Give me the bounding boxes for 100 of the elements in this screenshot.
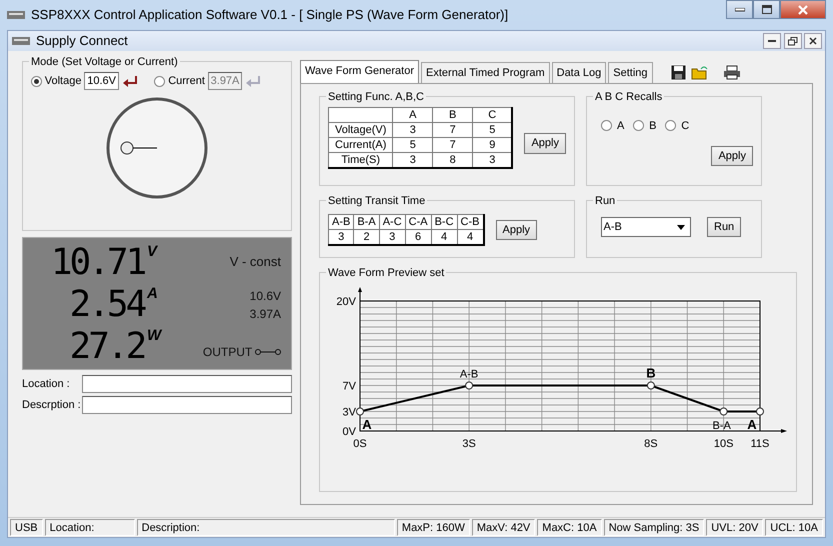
input-field[interactable] xyxy=(82,396,292,414)
column-header: A xyxy=(392,108,433,122)
radio-button[interactable] xyxy=(632,120,644,131)
table-cell[interactable]: 3 xyxy=(392,152,433,168)
table-cell[interactable]: 3 xyxy=(472,152,512,168)
window-title: SSP8XXX Control Application Software V0.1 - [ Single PS (Wave Form Generator)] xyxy=(31,6,508,24)
lcd-reading: 2.54 xyxy=(70,284,144,326)
table-cell[interactable]: 5 xyxy=(472,122,512,138)
point-label: A xyxy=(362,417,372,432)
radio-button[interactable] xyxy=(664,120,676,131)
table-cell[interactable]: 3 xyxy=(379,229,406,245)
status-field: Description: xyxy=(136,519,395,536)
row-header: Voltage(V) xyxy=(328,122,393,138)
tab[interactable]: Setting xyxy=(608,62,653,83)
print-icon[interactable] xyxy=(722,64,741,80)
data-point[interactable] xyxy=(465,382,474,390)
minimize-icon xyxy=(768,40,776,42)
enter-arrow-icon[interactable] xyxy=(122,75,138,87)
x-tick-label: 0S xyxy=(353,438,367,450)
close-icon xyxy=(798,4,808,14)
radio-label[interactable]: Voltage xyxy=(44,72,82,90)
data-point[interactable] xyxy=(756,408,764,416)
point-label: B xyxy=(646,366,656,380)
column-header: C xyxy=(472,108,512,122)
tab[interactable]: Data Log xyxy=(552,62,606,83)
apply-button[interactable]: Apply xyxy=(711,146,753,166)
column-header: B xyxy=(432,108,473,122)
close-icon xyxy=(809,37,818,45)
restore-icon xyxy=(788,36,798,46)
close-button[interactable] xyxy=(804,33,822,49)
column-header: C-B xyxy=(457,214,484,230)
table-cell[interactable]: 4 xyxy=(431,229,458,245)
close-button[interactable] xyxy=(780,0,826,19)
status-field: MaxV: 42V xyxy=(472,519,536,536)
field-label: Location : xyxy=(22,376,71,392)
status-field: MaxP: 160W xyxy=(396,519,470,536)
unit-label: W xyxy=(147,326,163,346)
y-tick-label: 20V xyxy=(336,296,356,308)
app-icon xyxy=(12,36,30,46)
input-field[interactable] xyxy=(82,375,292,393)
table-cell[interactable]: 5 xyxy=(392,138,433,152)
apply-button[interactable]: Apply xyxy=(524,133,566,154)
dial-knob[interactable] xyxy=(105,96,209,200)
radio-button[interactable] xyxy=(600,120,612,131)
radio-button[interactable] xyxy=(31,76,42,86)
table-cell[interactable]: 2 xyxy=(354,229,380,245)
save-icon[interactable] xyxy=(670,64,686,80)
value-field[interactable]: 10.6V xyxy=(84,72,119,90)
run-select[interactable]: A-B xyxy=(600,216,690,237)
table-cell[interactable]: 4 xyxy=(457,229,484,245)
status-field: Now Sampling: 3S xyxy=(604,519,704,536)
status-field: USB xyxy=(10,519,43,536)
table-cell[interactable]: 6 xyxy=(405,229,432,245)
x-tick-label: 10S xyxy=(714,438,734,450)
column-header: B-C xyxy=(431,214,458,230)
data-point[interactable] xyxy=(356,408,364,416)
unit-label: V xyxy=(147,242,159,262)
y-tick-label: 7V xyxy=(342,380,356,392)
column-header: A-B xyxy=(328,214,354,230)
y-tick-label: 3V xyxy=(342,406,356,418)
minimize-button[interactable] xyxy=(762,33,781,49)
tab[interactable]: Wave Form Generator xyxy=(300,60,420,83)
unit-label: A xyxy=(147,284,159,304)
status-field: Location: xyxy=(44,519,135,536)
child-window-title: Supply Connect xyxy=(36,32,128,50)
open-folder-icon[interactable] xyxy=(691,64,710,80)
radio-label[interactable]: C xyxy=(681,118,690,134)
maximize-button[interactable] xyxy=(753,0,780,19)
x-tick-label: 3S xyxy=(462,438,476,450)
y-tick-label: 0V xyxy=(342,426,356,438)
minimize-button[interactable] xyxy=(726,0,753,19)
group-title: Setting Func. A,B,C xyxy=(326,89,426,106)
table-cell[interactable]: 9 xyxy=(472,138,512,152)
maximize-icon xyxy=(762,5,772,14)
minimize-icon xyxy=(734,8,744,12)
x-tick-label: 8S xyxy=(644,438,658,450)
radio-label[interactable]: A xyxy=(617,118,624,134)
mode-status: V - const xyxy=(230,252,281,270)
column-header: B-A xyxy=(354,214,380,230)
table-cell[interactable]: 3 xyxy=(392,122,433,138)
point-label: A xyxy=(747,417,757,432)
status-field: UCL: 10A xyxy=(765,519,823,536)
apply-button[interactable]: Apply xyxy=(496,220,538,240)
point-label: A-B xyxy=(460,368,478,380)
data-point[interactable] xyxy=(720,408,728,416)
table-cell[interactable]: 3 xyxy=(328,229,354,245)
tab[interactable]: External Timed Program xyxy=(421,62,550,83)
x-tick-label: 11S xyxy=(750,438,770,450)
output-label: OUTPUT xyxy=(202,344,252,361)
table-cell[interactable]: 7 xyxy=(432,122,473,138)
run-button[interactable]: Run xyxy=(707,216,742,237)
set-voltage: 10.6V xyxy=(250,288,281,305)
row-header: Time(S) xyxy=(328,152,393,168)
restore-button[interactable] xyxy=(784,33,802,49)
group-title: Setting Transit Time xyxy=(326,193,428,210)
table-cell[interactable]: 8 xyxy=(432,152,473,168)
radio-label[interactable]: B xyxy=(649,118,656,134)
table-cell[interactable]: 7 xyxy=(432,138,473,152)
row-header: Current(A) xyxy=(328,138,393,152)
data-point[interactable] xyxy=(646,382,655,390)
